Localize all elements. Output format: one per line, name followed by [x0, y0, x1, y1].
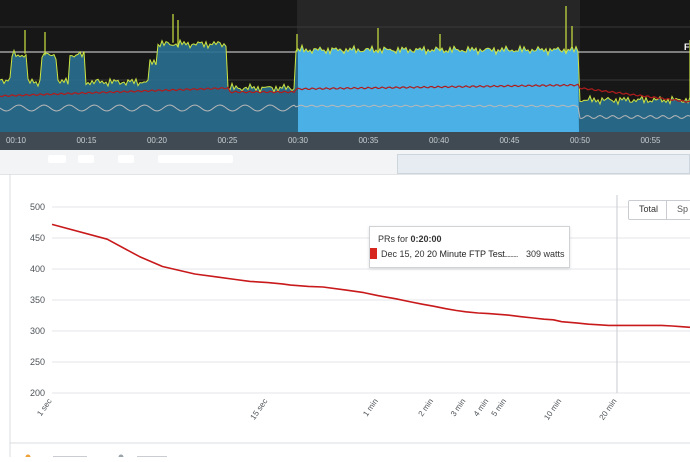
x-tick-label: 20 min — [597, 397, 618, 422]
scrub-selection-handle[interactable] — [397, 154, 690, 174]
y-tick-label: 450 — [30, 233, 45, 243]
x-tick-label: 4 min — [472, 397, 491, 418]
scrub-marker — [118, 155, 134, 163]
legend-strip — [25, 454, 167, 457]
scrub-marker — [48, 155, 66, 163]
edge-label: F — [684, 42, 690, 52]
time-axis: 00:10 00:15 00:20 00:25 00:30 00:35 00:40 00:45… — [0, 132, 690, 150]
x-tick-label: 1 sec — [35, 397, 53, 418]
time-tick-label: 00:45 — [499, 136, 520, 145]
time-tick-label: 00:10 — [5, 136, 27, 145]
activity-overview-panel[interactable]: F — [0, 0, 690, 132]
x-tick-label: 5 min — [490, 397, 509, 418]
y-tick-label: 350 — [30, 295, 45, 305]
activity-stream-graph[interactable]: F — [0, 0, 690, 132]
x-tick-label: 2 min — [417, 397, 436, 418]
tooltip-value: 309 watts — [526, 249, 565, 259]
tab-second[interactable]: Sp — [666, 201, 690, 219]
tooltip-date: Dec 15, 20 — [381, 249, 425, 259]
time-tick-label: 00:35 — [358, 136, 379, 145]
y-tick-label: 400 — [30, 264, 45, 274]
series-swatch — [370, 248, 377, 259]
time-tick-label: 00:20 — [146, 136, 168, 145]
power-curve-svg[interactable]: 500 450 400 350 300 250 2001 sec 15 sec 1 min 2 m… — [0, 174, 690, 457]
y-tick-label: 200 — [30, 388, 45, 398]
tooltip-leader-dots: ........... — [501, 249, 518, 259]
tab-total[interactable]: Total — [629, 201, 667, 219]
tooltip-title: PRs for 0:20:00 — [378, 234, 442, 244]
range-scrubber[interactable] — [0, 150, 690, 175]
x-tick-label: 1 min — [361, 397, 380, 418]
view-toggle: Total Sp — [628, 200, 690, 220]
power-curve-chart: 500 450 400 350 300 250 200 1 sec 15 sec 1 min 2 m… — [0, 174, 690, 457]
scrub-marker — [78, 155, 94, 163]
scrub-marker — [158, 155, 233, 163]
time-tick-label: 00:50 — [569, 136, 591, 145]
time-tick-label: 00:25 — [217, 136, 238, 145]
power-area-selected — [298, 45, 579, 132]
pr-tooltip: PRs for 0:20:00 Dec 15, 20 20 Minute FTP… — [369, 226, 570, 268]
tooltip-prefix: PRs for — [378, 234, 409, 244]
time-tick-label: 00:55 — [640, 136, 661, 145]
time-tick-label: 00:15 — [76, 136, 97, 145]
x-tick-label: 10 min — [542, 397, 563, 422]
tooltip-duration: 0:20:00 — [410, 234, 442, 244]
time-tick-label: 00:40 — [428, 136, 450, 145]
y-tick-label: 250 — [30, 357, 45, 367]
time-tick-label: 00:30 — [287, 136, 309, 145]
x-tick-label: 3 min — [449, 397, 468, 418]
y-tick-label: 300 — [30, 326, 45, 336]
y-tick-label: 500 — [30, 202, 45, 212]
tooltip-activity-name: 20 Minute FTP Test — [427, 249, 505, 259]
x-tick-label: 15 sec — [249, 397, 270, 421]
